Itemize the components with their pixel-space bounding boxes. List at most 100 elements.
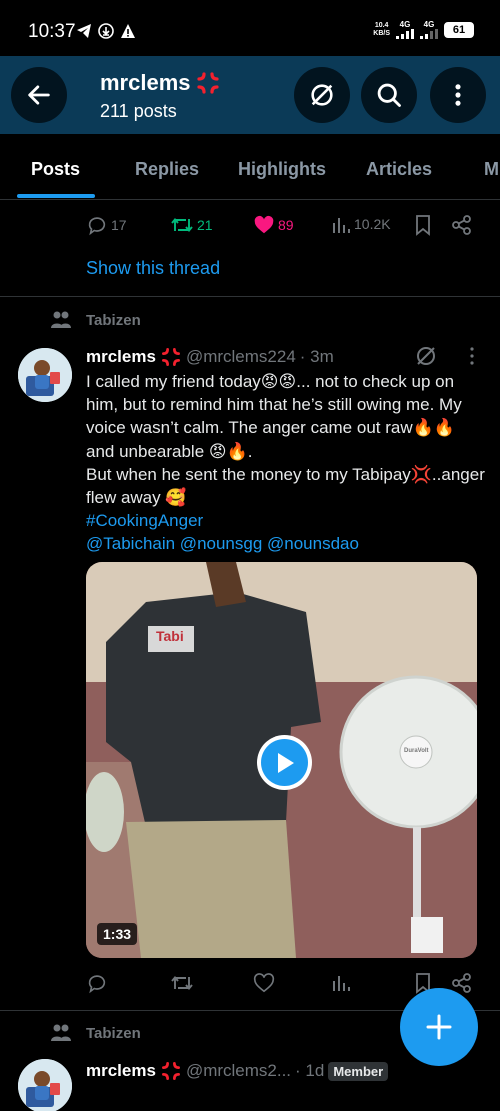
signal-bars-icon: [420, 29, 438, 39]
back-button[interactable]: [11, 67, 67, 123]
search-icon: [377, 83, 401, 107]
grok-button[interactable]: [414, 344, 438, 373]
profile-tabs: Posts Replies Highlights Articles M: [0, 134, 500, 200]
like-count: 89: [278, 217, 294, 233]
post-divider: [0, 296, 500, 297]
anger-symbol-icon: [161, 1062, 180, 1080]
views-chart-icon: [333, 218, 350, 233]
show-thread-link[interactable]: Show this thread: [86, 258, 220, 279]
like-button[interactable]: 89: [253, 214, 294, 236]
speed-unit: KB/S: [373, 29, 390, 37]
status-notification-icons: [76, 23, 136, 39]
tab-articles[interactable]: Articles: [366, 159, 432, 180]
share-button[interactable]: [451, 214, 473, 236]
warning-icon: [121, 24, 135, 38]
reposted-by-label[interactable]: Tabizen: [86, 1025, 141, 1042]
network-type-1: 4G: [399, 20, 411, 29]
post-header: mrclems @mrclems2... · 1d Member: [86, 1060, 389, 1082]
profile-name: mrclems: [100, 70, 191, 95]
bookmark-button[interactable]: [414, 214, 432, 236]
post-header: mrclems @mrclems224 · 3m: [86, 346, 334, 368]
author-name[interactable]: mrclems: [86, 1061, 156, 1081]
views-button[interactable]: 10.2K: [331, 214, 391, 234]
reply-button[interactable]: 17: [86, 214, 127, 236]
status-bar: 10:37 10.4 KB/S 4G 4G 61: [0, 0, 500, 56]
signal-bars-icon: [396, 29, 414, 39]
play-button[interactable]: [257, 735, 312, 790]
shirt-text: Tabi: [156, 628, 184, 644]
more-vertical-icon: [470, 347, 474, 365]
reply-icon: [88, 217, 106, 236]
grok-icon: [311, 84, 333, 106]
share-icon: [452, 215, 471, 235]
plus-icon: [426, 1014, 452, 1040]
battery-indicator: 61: [444, 21, 474, 38]
repost-icon: [171, 976, 193, 990]
views-count: 10.2K: [354, 216, 391, 232]
speed-value: 10.4: [374, 21, 389, 29]
hashtag-link[interactable]: #CookingAnger: [86, 509, 486, 532]
more-vertical-icon: [455, 84, 461, 106]
tab-highlights[interactable]: Highlights: [238, 159, 326, 180]
reposted-by-label[interactable]: Tabizen: [86, 312, 141, 329]
heart-filled-icon: [254, 215, 274, 234]
download-icon: [98, 23, 114, 39]
fan-brand: DuraVolt: [404, 748, 429, 754]
arrow-left-icon: [28, 85, 50, 105]
repost-button[interactable]: [170, 972, 194, 994]
telegram-icon: [77, 24, 91, 38]
prev-post-actions: 17 21 89 10.2K: [86, 214, 476, 240]
author-handle[interactable]: @mrclems224: [186, 347, 296, 367]
post-more-button[interactable]: [462, 345, 482, 372]
grok-icon: [417, 347, 435, 365]
play-button-inner: [261, 739, 308, 786]
repost-icon: [171, 218, 193, 232]
mentions-links[interactable]: @Tabichain @nounsgg @nounsdao: [86, 532, 486, 555]
avatar-illustration: [18, 1059, 72, 1111]
reply-count: 17: [111, 217, 127, 233]
signal-2: 4G: [420, 20, 438, 39]
network-type-2: 4G: [423, 20, 435, 29]
heart-icon: [253, 973, 275, 993]
search-button[interactable]: [361, 67, 417, 123]
status-time: 10:37: [28, 21, 76, 42]
tab-posts[interactable]: Posts: [31, 159, 80, 180]
tab-replies[interactable]: Replies: [135, 159, 199, 180]
post-text: I called my friend today😡😡... not to che…: [86, 370, 486, 556]
author-name[interactable]: mrclems: [86, 347, 156, 367]
like-button[interactable]: [253, 972, 275, 994]
tab-media[interactable]: M: [484, 159, 499, 180]
reply-button[interactable]: [86, 972, 108, 994]
repost-indicator: Tabizen: [50, 1023, 141, 1043]
network-speed: 10.4 KB/S: [373, 22, 390, 38]
bookmark-icon: [416, 215, 430, 236]
grok-button[interactable]: [294, 67, 350, 123]
member-badge: Member: [328, 1061, 389, 1081]
post-text-line: I called my friend today😡😡... not to che…: [86, 372, 462, 461]
post-count: 211 posts: [100, 101, 177, 121]
status-right: 10.4 KB/S 4G 4G 61: [373, 20, 474, 39]
more-options-button[interactable]: [430, 67, 486, 123]
post-time: · 1d: [295, 1061, 325, 1080]
avatar[interactable]: [18, 1059, 72, 1111]
views-button[interactable]: [331, 972, 351, 992]
repost-indicator: Tabizen: [50, 310, 141, 330]
post-time: · 3m: [299, 347, 334, 366]
author-handle[interactable]: @mrclems2...: [186, 1061, 291, 1081]
anger-symbol-icon: [161, 348, 180, 366]
views-chart-icon: [333, 976, 350, 991]
profile-title: mrclems: [100, 70, 221, 96]
repost-button[interactable]: 21: [170, 214, 213, 236]
reply-icon: [88, 975, 106, 994]
post-text-line: But when he sent the money to my Tabipay…: [86, 464, 485, 508]
video-duration: 1:33: [97, 923, 138, 945]
avatar[interactable]: [18, 348, 72, 402]
community-icon: [51, 311, 71, 328]
active-tab-indicator: [17, 194, 95, 198]
community-icon: [51, 1024, 71, 1041]
profile-header: mrclems 211 posts: [0, 56, 500, 134]
signal-1: 4G: [396, 20, 414, 39]
compose-post-button[interactable]: [400, 988, 478, 1066]
avatar-illustration: [18, 348, 72, 402]
anger-symbol-icon: [196, 72, 219, 94]
